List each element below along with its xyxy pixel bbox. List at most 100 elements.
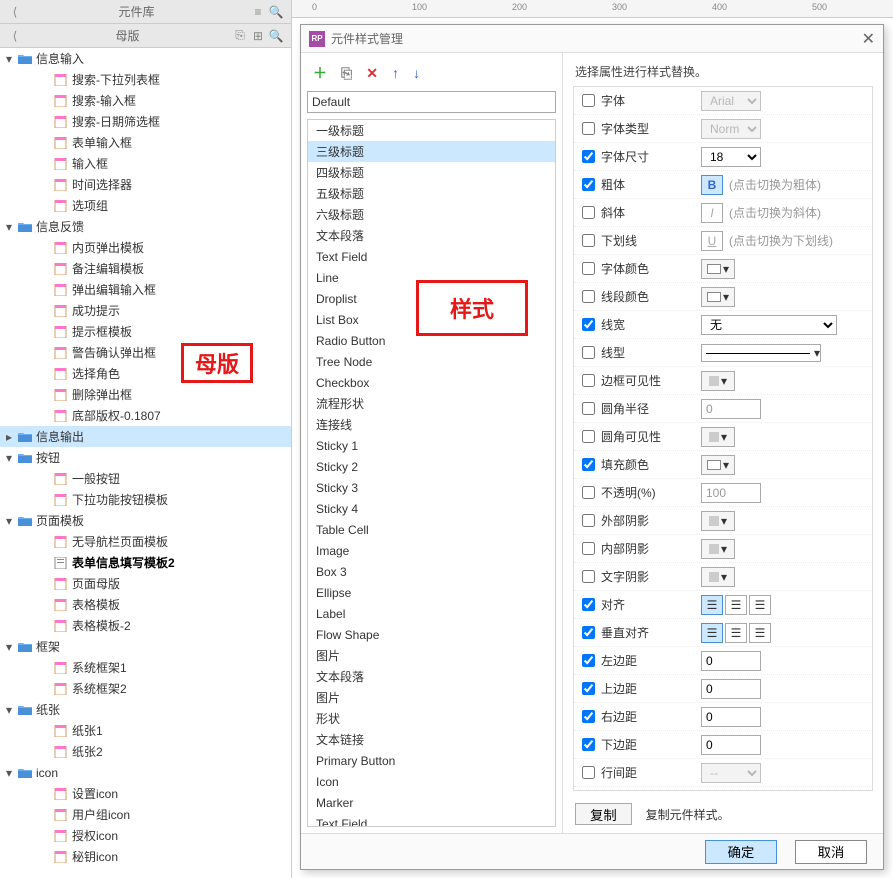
search-icon[interactable]: 🔍	[267, 27, 285, 45]
tree-item[interactable]: 搜索-日期筛选框	[0, 111, 291, 132]
prop-checkbox[interactable]	[582, 486, 595, 499]
style-item[interactable]: 五级标题	[308, 183, 555, 204]
tree-item[interactable]: 表单信息填写模板2	[0, 552, 291, 573]
tree-folder[interactable]: ▾按钮	[0, 447, 291, 468]
prop-select[interactable]: Normal	[701, 119, 761, 139]
tree-folder[interactable]: ▾信息反馈	[0, 216, 291, 237]
style-item[interactable]: Table Cell	[308, 519, 555, 540]
bold-icon[interactable]: B	[701, 175, 723, 195]
visibility-swatch[interactable]: ▾	[701, 539, 735, 559]
tree-item[interactable]: 搜索-输入框	[0, 90, 291, 111]
prop-checkbox[interactable]	[582, 262, 595, 275]
tree-item[interactable]: 系统框架1	[0, 657, 291, 678]
up-icon[interactable]: ↑	[392, 65, 399, 81]
style-item[interactable]: 文本段落	[308, 666, 555, 687]
collapse-icon[interactable]: ⟨	[6, 3, 24, 21]
twisty-icon[interactable]: ▾	[6, 703, 18, 717]
style-item[interactable]: Box 3	[308, 561, 555, 582]
twisty-icon[interactable]: ▾	[6, 52, 18, 66]
twisty-icon[interactable]: ▾	[6, 514, 18, 528]
tree-item[interactable]: 无导航栏页面模板	[0, 531, 291, 552]
prop-checkbox[interactable]	[582, 654, 595, 667]
prop-checkbox[interactable]	[582, 122, 595, 135]
visibility-swatch[interactable]: ▾	[701, 567, 735, 587]
tree-folder[interactable]: ▾纸张	[0, 699, 291, 720]
style-item[interactable]: 流程形状	[308, 393, 555, 414]
add-page-icon[interactable]: ⊞	[249, 27, 267, 45]
master-tree[interactable]: ▾信息输入搜索-下拉列表框搜索-输入框搜索-日期筛选框表单输入框输入框时间选择器…	[0, 48, 291, 878]
style-item[interactable]: 一级标题	[308, 120, 555, 141]
style-item[interactable]: 三级标题	[308, 141, 555, 162]
prop-checkbox[interactable]	[582, 766, 595, 779]
tree-item[interactable]: 时间选择器	[0, 174, 291, 195]
style-item[interactable]: 四级标题	[308, 162, 555, 183]
menu-icon[interactable]: ≡	[249, 3, 267, 21]
twisty-icon[interactable]: ▸	[6, 430, 18, 444]
style-item[interactable]: 文本段落	[308, 225, 555, 246]
prop-checkbox[interactable]	[582, 598, 595, 611]
tree-item[interactable]: 系统框架2	[0, 678, 291, 699]
color-swatch[interactable]: ▾	[701, 455, 735, 475]
style-item[interactable]: Label	[308, 603, 555, 624]
collapse-icon[interactable]: ⟨	[6, 27, 24, 45]
tree-item[interactable]: 用户组icon	[0, 804, 291, 825]
prop-input[interactable]	[701, 679, 761, 699]
prop-checkbox[interactable]	[582, 430, 595, 443]
prop-checkbox[interactable]	[582, 150, 595, 163]
prop-checkbox[interactable]	[582, 346, 595, 359]
copy-button[interactable]: 复制	[575, 803, 632, 825]
prop-checkbox[interactable]	[582, 206, 595, 219]
style-item[interactable]: Sticky 4	[308, 498, 555, 519]
prop-checkbox[interactable]	[582, 738, 595, 751]
tree-folder[interactable]: ▾icon	[0, 762, 291, 783]
prop-checkbox[interactable]	[582, 94, 595, 107]
down-icon[interactable]: ↓	[413, 65, 420, 81]
color-swatch[interactable]: ▾	[701, 287, 735, 307]
copy-icon[interactable]: ⎘	[341, 65, 352, 82]
prop-checkbox[interactable]	[582, 542, 595, 555]
prop-input[interactable]	[701, 399, 761, 419]
tree-item[interactable]: 删除弹出框	[0, 384, 291, 405]
style-item[interactable]: 连接线	[308, 414, 555, 435]
prop-checkbox[interactable]	[582, 234, 595, 247]
prop-input[interactable]	[701, 707, 761, 727]
prop-input[interactable]	[701, 735, 761, 755]
tree-item[interactable]: 选项组	[0, 195, 291, 216]
tree-item[interactable]: 输入框	[0, 153, 291, 174]
style-item[interactable]: Text Field	[308, 813, 555, 827]
tree-item[interactable]: 授权icon	[0, 825, 291, 846]
style-item[interactable]: 形状	[308, 708, 555, 729]
tree-item[interactable]: 提示框模板	[0, 321, 291, 342]
prop-checkbox[interactable]	[582, 318, 595, 331]
tree-item[interactable]: 表格模板	[0, 594, 291, 615]
italic-icon[interactable]: I	[701, 203, 723, 223]
prop-checkbox[interactable]	[582, 570, 595, 583]
tree-folder[interactable]: ▾信息输入	[0, 48, 291, 69]
tree-item[interactable]: 表单输入框	[0, 132, 291, 153]
style-item[interactable]: Sticky 2	[308, 456, 555, 477]
tree-item[interactable]: 表格模板-2	[0, 615, 291, 636]
twisty-icon[interactable]: ▾	[6, 451, 18, 465]
style-item[interactable]: Sticky 3	[308, 477, 555, 498]
style-item[interactable]: Flow Shape	[308, 624, 555, 645]
twisty-icon[interactable]: ▾	[6, 220, 18, 234]
prop-input[interactable]	[701, 651, 761, 671]
style-item[interactable]: 六级标题	[308, 204, 555, 225]
prop-checkbox[interactable]	[582, 402, 595, 415]
tree-folder[interactable]: ▾页面模板	[0, 510, 291, 531]
search-icon[interactable]: 🔍	[267, 3, 285, 21]
valign-middle-icon[interactable]: ☰	[725, 623, 747, 643]
twisty-icon[interactable]: ▾	[6, 640, 18, 654]
align-left-icon[interactable]: ☰	[701, 595, 723, 615]
tree-item[interactable]: 内页弹出模板	[0, 237, 291, 258]
close-icon[interactable]: ✕	[862, 29, 875, 49]
style-item[interactable]: Icon	[308, 771, 555, 792]
tree-item[interactable]: 纸张2	[0, 741, 291, 762]
style-item[interactable]: Marker	[308, 792, 555, 813]
tree-item[interactable]: 底部版权-0.1807	[0, 405, 291, 426]
prop-checkbox[interactable]	[582, 290, 595, 303]
style-item[interactable]: 图片	[308, 645, 555, 666]
line-style-select[interactable]: ▾	[701, 344, 821, 362]
valign-bottom-icon[interactable]: ☰	[749, 623, 771, 643]
align-center-icon[interactable]: ☰	[725, 595, 747, 615]
